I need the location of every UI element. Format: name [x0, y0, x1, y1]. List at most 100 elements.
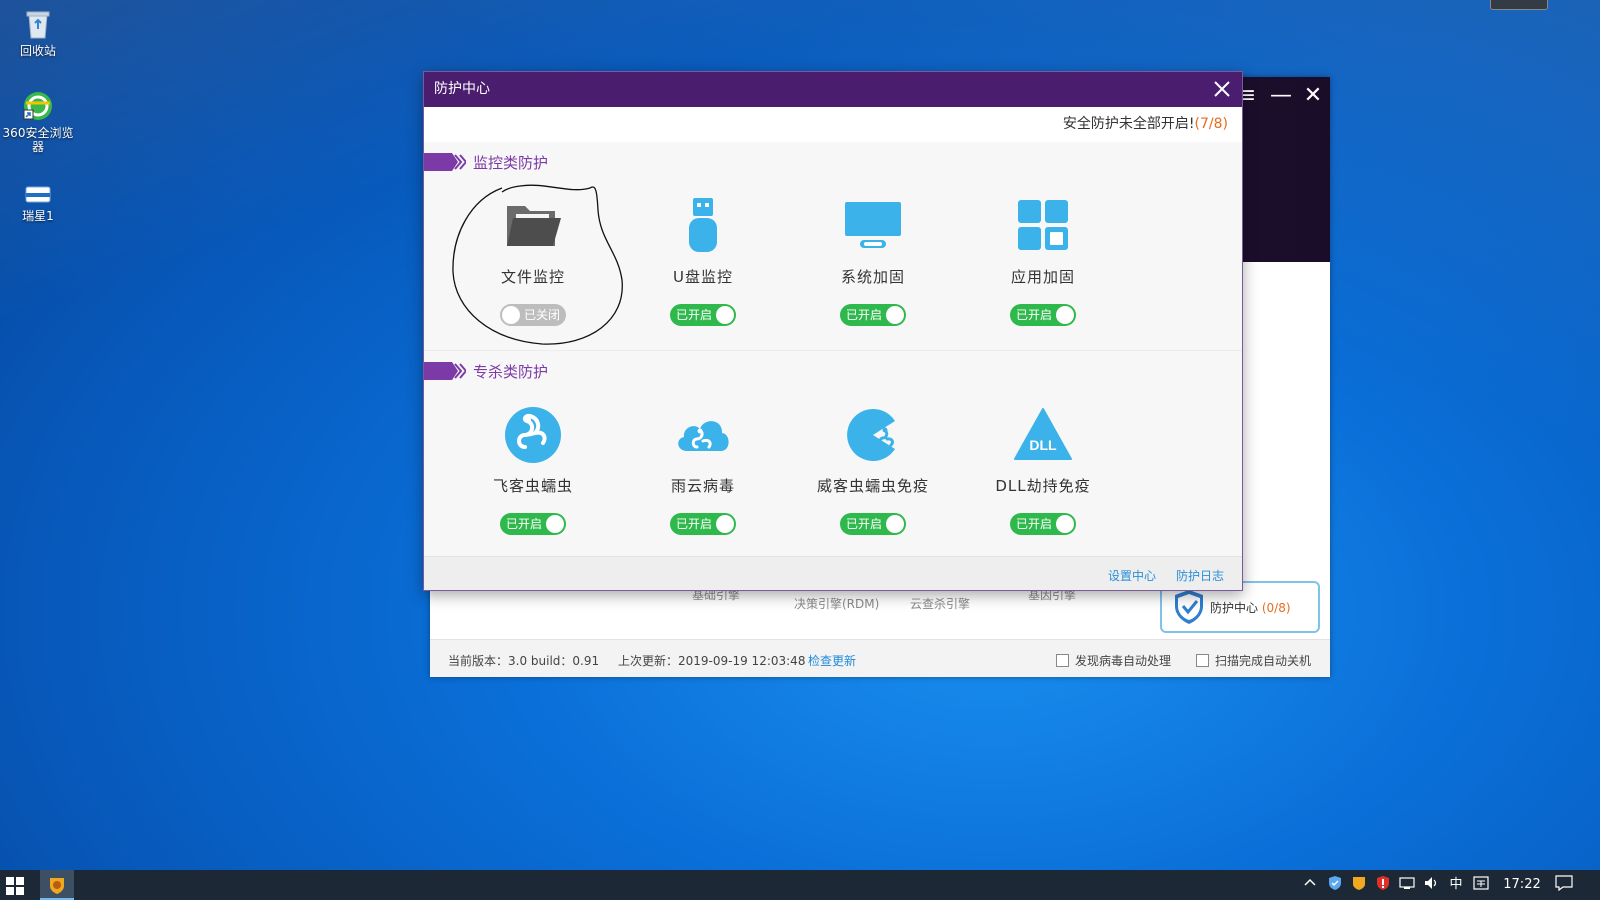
conficker-toggle[interactable]: 已开启: [500, 513, 566, 535]
worm-icon: [505, 407, 561, 463]
desktop-icon-360-browser[interactable]: 360安全浏览器: [0, 90, 76, 154]
auto-shutdown-label: 扫描完成自动关机: [1215, 654, 1312, 668]
tray-clock[interactable]: 17:22: [1500, 870, 1544, 900]
taskbar-app-rising[interactable]: [40, 870, 74, 900]
tray-keyboard-icon[interactable]: [1471, 870, 1491, 900]
lion-app-icon: [50, 878, 64, 894]
tray-ime-indicator[interactable]: 中: [1445, 870, 1467, 900]
usb-monitor-toggle[interactable]: 已开启: [670, 304, 736, 326]
last-update-text: 上次更新：2019-09-19 12:03:48: [618, 654, 806, 668]
dll-icon-text: DLL: [1029, 437, 1057, 453]
folder-icon: [507, 206, 561, 246]
toggle-label: 已开启: [846, 517, 883, 531]
taskbar: 中 17:22: [0, 870, 1600, 900]
dialog-title: 防护中心: [434, 81, 490, 97]
item-name: 飞客虫蠕虫: [492, 477, 573, 495]
protection-item-yuyun-virus: 雨云病毒 已开启: [623, 391, 783, 551]
check-update-link[interactable]: 检查更新: [808, 652, 856, 669]
cloud-virus-icon: [678, 421, 729, 451]
dll-hijack-toggle[interactable]: 已开启: [1010, 513, 1076, 535]
desktop-icon-recycle-bin[interactable]: 回收站: [0, 8, 76, 58]
system-hardening-toggle[interactable]: 已开启: [840, 304, 906, 326]
floating-widget[interactable]: [1490, 0, 1548, 10]
protection-item-usb-monitor: U盘监控 已开启: [623, 182, 783, 342]
toggle-label: 已开启: [676, 308, 713, 322]
protection-status: 安全防护未全部开启!(7/8): [424, 107, 1242, 142]
section-flag-icon: [424, 153, 466, 171]
item-name: DLL劫持免疫: [995, 477, 1091, 495]
settings-center-link[interactable]: 设置中心: [1108, 567, 1156, 584]
pacman-worm-icon: [847, 408, 895, 461]
protection-log-link[interactable]: 防护日志: [1176, 567, 1224, 584]
tray-lion-icon[interactable]: [1349, 870, 1369, 900]
engine-label: 决策引擎(RDM): [794, 597, 880, 611]
windows-start-icon[interactable]: [6, 877, 24, 895]
toggle-knob: [886, 306, 904, 324]
toggle-knob: [1056, 515, 1074, 533]
protection-item-app-hardening: 应用加固 已开启: [963, 182, 1123, 342]
monitor-icon: [845, 202, 901, 248]
app-grid-icon: [1018, 200, 1068, 250]
toggle-label: 已开启: [506, 517, 543, 531]
dialog-close-button[interactable]: [1208, 75, 1236, 103]
file-monitor-toggle[interactable]: 已关闭: [500, 304, 566, 326]
protection-center-count: (0/8): [1261, 600, 1291, 615]
desktop-icon-label: 瑞星1: [22, 209, 54, 223]
usb-drive-icon: [689, 198, 717, 252]
browser-360-icon: [23, 92, 52, 120]
protection-center-dialog: 防护中心 安全防护未全部开启!(7/8) 监控类防护 文件监控 已关闭 U盘监控…: [423, 71, 1243, 591]
dll-triangle-icon: DLL: [1014, 408, 1072, 460]
toggle-label: 已开启: [1016, 308, 1053, 322]
protection-center-label: 防护中心: [1210, 600, 1259, 615]
tray-network-icon[interactable]: [1397, 870, 1417, 900]
targeted-kill-section: 专杀类防护 飞客虫蠕虫 已开启 雨云病毒 已开启 威客虫蠕虫免疫 已开启 DLL…: [424, 350, 1242, 558]
wannacry-immune-toggle[interactable]: 已开启: [840, 513, 906, 535]
tray-alert-icon[interactable]: [1373, 870, 1393, 900]
dialog-footer: 设置中心 防护日志: [424, 556, 1242, 590]
status-bar: 当前版本：3.0 build：0.91 上次更新：2019-09-19 12:0…: [430, 639, 1330, 677]
protection-item-dll-hijack-immune: DLL DLL劫持免疫 已开启: [963, 391, 1123, 551]
engine-label: 云查杀引擎: [910, 597, 971, 611]
yuyun-virus-toggle[interactable]: 已开启: [670, 513, 736, 535]
toggle-knob: [716, 306, 734, 324]
toggle-knob: [546, 515, 564, 533]
toggle-knob: [886, 515, 904, 533]
desktop-icon-rising[interactable]: 瑞星1: [0, 185, 76, 223]
section-title: 监控类防护: [473, 154, 549, 172]
toggle-label: 已开启: [1016, 517, 1053, 531]
action-center-icon[interactable]: [1552, 870, 1576, 900]
item-name: 文件监控: [500, 268, 565, 286]
toggle-knob: [502, 306, 520, 324]
checkbox-icon: [1196, 654, 1209, 667]
item-name: 威客虫蠕虫免疫: [816, 477, 929, 495]
section-header: 专杀类防护: [424, 351, 1242, 391]
protection-item-system-hardening: 系统加固 已开启: [793, 182, 953, 342]
auto-shutdown-checkbox[interactable]: 扫描完成自动关机: [1196, 652, 1311, 669]
section-title: 专杀类防护: [473, 363, 549, 381]
main-close-button[interactable]: ✕: [1298, 81, 1328, 111]
shield-check-icon: [1175, 590, 1203, 624]
item-name: 系统加固: [840, 268, 905, 286]
protection-status-text: 安全防护未全部开启!: [1062, 116, 1195, 132]
tray-chevron-up-icon[interactable]: [1300, 870, 1320, 900]
desktop-icon-label: 回收站: [19, 44, 56, 58]
section-flag-icon: [424, 362, 466, 380]
auto-handle-checkbox[interactable]: 发现病毒自动处理: [1056, 652, 1171, 669]
dialog-title-bar: 防护中心: [424, 72, 1242, 107]
toggle-knob: [1056, 306, 1074, 324]
app-hardening-toggle[interactable]: 已开启: [1010, 304, 1076, 326]
toggle-label: 已开启: [676, 517, 713, 531]
recycle-bin-icon: [26, 11, 50, 39]
protection-item-file-monitor: 文件监控 已关闭: [453, 182, 613, 342]
item-name: 雨云病毒: [670, 477, 735, 495]
protection-item-wannacry-immune: 威客虫蠕虫免疫 已开启: [793, 391, 953, 551]
toggle-label: 已关闭: [523, 308, 560, 322]
tray-volume-icon[interactable]: [1421, 870, 1441, 900]
section-header: 监控类防护: [424, 142, 1242, 182]
minimize-button[interactable]: —: [1266, 81, 1296, 111]
tray-shield-icon[interactable]: [1325, 870, 1345, 900]
rising-shortcut-icon: [25, 186, 51, 203]
auto-handle-label: 发现病毒自动处理: [1075, 654, 1172, 668]
monitor-protection-section: 监控类防护 文件监控 已关闭 U盘监控 已开启 系统加固 已开启 应用加固 已开…: [424, 142, 1242, 350]
toggle-label: 已开启: [846, 308, 883, 322]
